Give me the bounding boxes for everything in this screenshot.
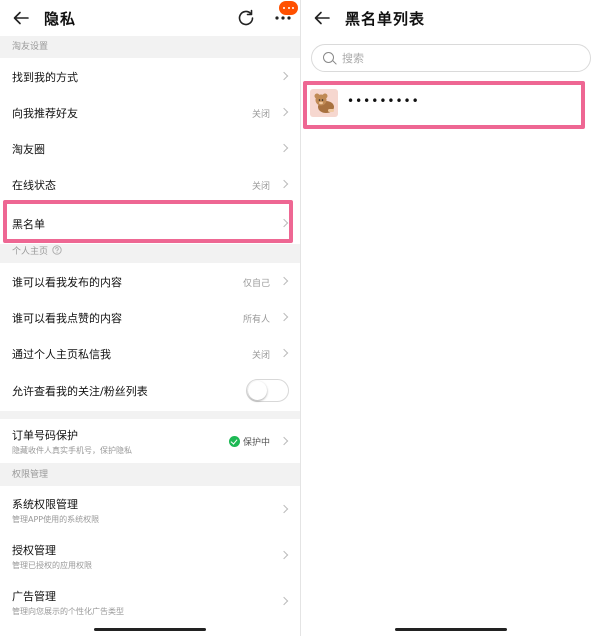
- protect-status-text: 保护中: [242, 438, 270, 448]
- chevron-right-icon: [279, 107, 289, 117]
- row-label: 允许查看我的关注/粉丝列表: [12, 385, 148, 398]
- privacy-panel: 隐私 淘友设置 找到我的方式 向我推荐好友 关闭 淘友圈 在线状态 关闭 黑名单…: [0, 0, 300, 636]
- section-header-friends: 淘友设置: [12, 42, 49, 52]
- row-value: 关闭: [251, 351, 270, 361]
- blacklist-entry[interactable]: •••••••••: [301, 80, 600, 128]
- page-title: 隐私: [44, 10, 77, 28]
- chevron-right-icon: [279, 276, 289, 286]
- home-indicator[interactable]: [395, 628, 507, 631]
- row-label: 谁可以看我点赞的内容: [12, 312, 122, 325]
- row-profile-message[interactable]: 通过个人主页私信我 关闭: [0, 335, 300, 371]
- help-circle-icon[interactable]: [52, 245, 62, 255]
- chevron-right-icon: [279, 312, 289, 322]
- row-label: 授权管理: [12, 544, 56, 557]
- order-protect-group: 订单号码保护 隐藏收件人真实手机号，保护隐私 保护中: [0, 419, 300, 463]
- notification-badge: [279, 1, 298, 15]
- chevron-right-icon: [279, 596, 289, 606]
- page-title: 黑名单列表: [345, 10, 426, 28]
- chevron-right-icon: [279, 504, 289, 514]
- section-label: 个人主页: [12, 247, 49, 257]
- search-input[interactable]: [342, 49, 542, 67]
- row-label: 订单号码保护: [12, 429, 78, 442]
- blacklist-panel: 黑名单列表 •••••••••: [300, 0, 600, 636]
- chevron-right-icon: [279, 436, 289, 446]
- row-find-me[interactable]: 找到我的方式: [0, 58, 300, 94]
- row-label: 找到我的方式: [12, 71, 78, 84]
- chevron-right-icon: [279, 348, 289, 358]
- chevron-right-icon: [279, 71, 289, 81]
- row-value: 所有人: [242, 315, 270, 325]
- section-header-permissions: 权限管理: [12, 470, 49, 480]
- entry-name: •••••••••: [347, 94, 420, 108]
- row-blacklist[interactable]: 黑名单: [0, 202, 300, 242]
- row-who-see-likes[interactable]: 谁可以看我点赞的内容 所有人: [0, 299, 300, 335]
- row-label: 谁可以看我发布的内容: [12, 276, 122, 289]
- profile-settings-group: 谁可以看我发布的内容 仅自己 谁可以看我点赞的内容 所有人 通过个人主页私信我 …: [0, 263, 300, 411]
- protect-status: 保护中: [228, 435, 270, 448]
- blacklist-header: 黑名单列表: [301, 0, 600, 36]
- privacy-header: 隐私: [0, 0, 300, 36]
- row-authorization[interactable]: 授权管理 管理已授权的应用权限: [0, 532, 300, 578]
- check-circle-icon: [228, 436, 240, 447]
- chevron-right-icon: [279, 143, 289, 153]
- section-header-profile: 个人主页: [0, 243, 300, 261]
- row-sublabel: 管理APP使用的系统权限: [12, 515, 100, 524]
- row-sublabel: 管理向您展示的个性化广告类型: [12, 607, 124, 616]
- row-label: 黑名单: [12, 218, 45, 231]
- back-arrow-icon[interactable]: [313, 9, 331, 27]
- search-bar[interactable]: [311, 44, 591, 72]
- avatar: [310, 89, 338, 117]
- row-sublabel: 隐藏收件人真实手机号，保护隐私: [12, 446, 132, 455]
- row-label: 在线状态: [12, 179, 56, 192]
- row-system-permissions[interactable]: 系统权限管理 管理APP使用的系统权限: [0, 486, 300, 532]
- row-label: 广告管理: [12, 590, 56, 603]
- back-arrow-icon[interactable]: [12, 9, 30, 27]
- permissions-group: 系统权限管理 管理APP使用的系统权限 授权管理 管理已授权的应用权限 广告管理…: [0, 486, 300, 636]
- follow-list-toggle[interactable]: [246, 379, 289, 402]
- friend-settings-group: 找到我的方式 向我推荐好友 关闭 淘友圈 在线状态 关闭 黑名单: [0, 58, 300, 244]
- search-icon: [323, 52, 334, 63]
- row-ad-management[interactable]: 广告管理 管理向您展示的个性化广告类型: [0, 578, 300, 624]
- row-who-see-posts[interactable]: 谁可以看我发布的内容 仅自己: [0, 263, 300, 299]
- chevron-right-icon: [279, 179, 289, 189]
- chevron-right-icon: [279, 218, 289, 228]
- row-recommend-friends[interactable]: 向我推荐好友 关闭: [0, 94, 300, 130]
- row-value: 关闭: [251, 110, 270, 120]
- chevron-right-icon: [279, 550, 289, 560]
- row-follow-list: 允许查看我的关注/粉丝列表: [0, 371, 300, 409]
- row-sublabel: 管理已授权的应用权限: [12, 561, 92, 570]
- row-friend-circle[interactable]: 淘友圈: [0, 130, 300, 166]
- row-value: 关闭: [251, 182, 270, 192]
- refresh-icon[interactable]: [236, 8, 256, 28]
- toggle-knob: [248, 381, 267, 400]
- row-order-protect[interactable]: 订单号码保护 隐藏收件人真实手机号，保护隐私 保护中: [0, 419, 300, 463]
- row-label: 淘友圈: [12, 143, 45, 156]
- row-label: 向我推荐好友: [12, 107, 78, 120]
- row-label: 系统权限管理: [12, 498, 78, 511]
- row-online-status[interactable]: 在线状态 关闭: [0, 166, 300, 202]
- row-label: 通过个人主页私信我: [12, 348, 111, 361]
- row-value: 仅自己: [242, 279, 270, 289]
- home-indicator[interactable]: [94, 628, 206, 631]
